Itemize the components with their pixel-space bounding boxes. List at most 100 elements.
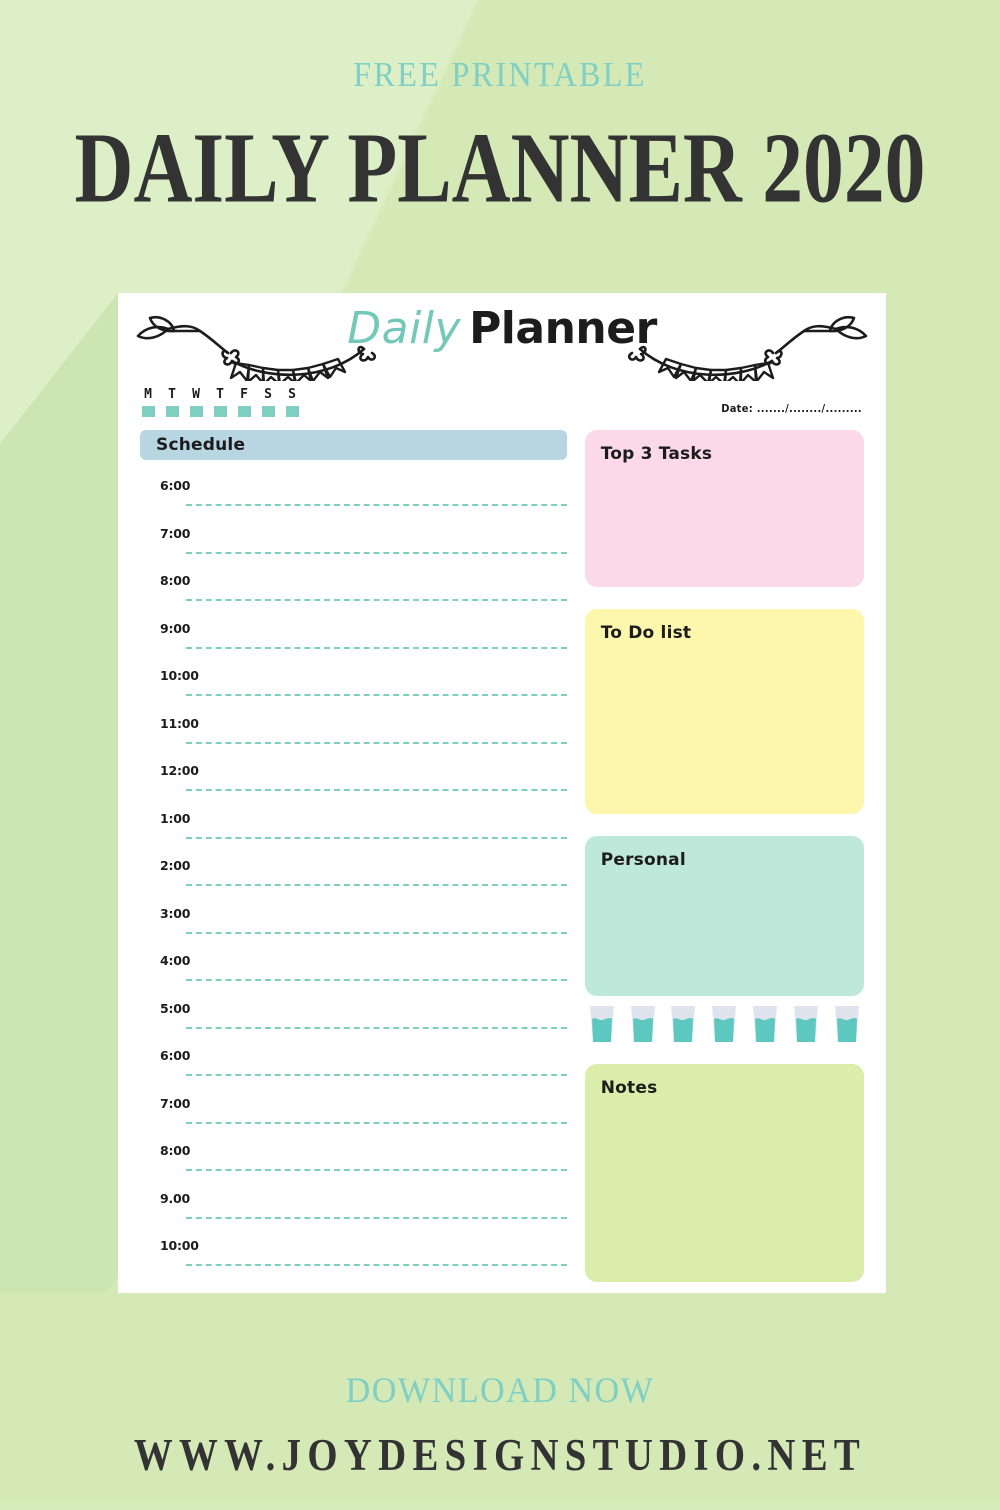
schedule-time-label: 3:00 [160, 905, 191, 921]
schedule-time-label: 9:00 [160, 620, 191, 636]
schedule-write-line[interactable] [186, 1026, 567, 1029]
schedule-row[interactable]: 8:00 [140, 1143, 567, 1191]
schedule-header-bar: Schedule [140, 430, 567, 460]
water-glass-icon[interactable] [668, 1004, 698, 1044]
schedule-write-line[interactable] [186, 1216, 567, 1219]
schedule-time-label: 2:00 [160, 858, 191, 873]
schedule-row[interactable]: 9:00 [140, 621, 567, 669]
date-field[interactable]: Date: ......./......../......... [721, 402, 862, 415]
schedule-time-label: 10:00 [160, 668, 199, 683]
water-intake-tracker[interactable] [585, 1004, 864, 1044]
schedule-write-line[interactable] [186, 884, 567, 886]
promo-eyebrow: FREE PRINTABLE [353, 55, 647, 94]
schedule-write-line[interactable] [186, 789, 567, 791]
schedule-rows: 6:00 7:00 8:00 9:00 10:00 11:00 12:00 1:… [140, 478, 567, 1286]
schedule-time-label: 11:00 [160, 715, 199, 731]
bunting-right-icon [627, 315, 868, 381]
schedule-time-label: 5:00 [160, 1000, 191, 1016]
weekday-checkbox[interactable] [213, 406, 227, 417]
schedule-row[interactable]: 10:00 [140, 668, 567, 716]
planner-header: Daily Planner [118, 293, 886, 388]
notes-panel[interactable]: Notes [584, 1064, 864, 1282]
schedule-heading: Schedule [156, 435, 246, 455]
schedule-write-line[interactable] [186, 646, 567, 649]
website-url[interactable]: WWW.JOYDESIGNSTUDIO.NET [15, 1431, 985, 1510]
schedule-time-label: 6:00 [160, 1048, 191, 1063]
weekday-saturday[interactable]: S [260, 388, 276, 417]
weekday-checkbox[interactable] [261, 406, 275, 417]
water-glass-icon[interactable] [709, 1004, 739, 1044]
weekday-checkbox[interactable] [165, 406, 179, 417]
weekday-checkbox[interactable] [285, 406, 299, 417]
personal-heading: Personal [600, 850, 686, 870]
weekday-sunday[interactable]: S [284, 388, 300, 417]
schedule-row[interactable]: 6:00 [140, 1048, 567, 1096]
schedule-write-line[interactable] [186, 694, 567, 696]
schedule-write-line[interactable] [186, 1121, 567, 1124]
notes-heading: Notes [600, 1078, 658, 1098]
weekday-selector[interactable]: M T W T F S S [140, 388, 300, 417]
schedule-row[interactable]: 9.00 [140, 1191, 567, 1239]
schedule-write-line[interactable] [186, 1264, 567, 1266]
weekday-friday[interactable]: F [236, 388, 252, 417]
weekday-tuesday[interactable]: T [164, 388, 180, 417]
water-glass-icon[interactable] [832, 1004, 862, 1044]
promo-footer: DOWNLOAD NOW WWW.JOYDESIGNSTUDIO.NET [0, 1372, 1000, 1500]
planner-body: Schedule 6:00 7:00 8:00 9:00 10:00 11:00… [118, 430, 886, 1286]
schedule-write-line[interactable] [186, 504, 567, 506]
weekday-letter: W [192, 387, 200, 402]
schedule-row[interactable]: 2:00 [140, 858, 567, 906]
water-glass-icon[interactable] [628, 1004, 658, 1044]
schedule-write-line[interactable] [186, 979, 567, 981]
weekday-letter: S [288, 387, 296, 402]
to-do-list-heading: To Do list [600, 623, 692, 643]
schedule-row[interactable]: 5:00 [140, 1001, 567, 1049]
schedule-row[interactable]: 3:00 [140, 906, 567, 954]
top-3-tasks-panel[interactable]: Top 3 Tasks [584, 430, 864, 587]
schedule-row[interactable]: 4:00 [140, 953, 567, 1001]
schedule-time-label: 4:00 [160, 953, 191, 968]
schedule-write-line[interactable] [186, 599, 567, 601]
personal-panel[interactable]: Personal [584, 836, 864, 996]
schedule-time-label: 1:00 [160, 810, 191, 826]
schedule-write-line[interactable] [186, 551, 567, 554]
water-glass-icon[interactable] [791, 1004, 821, 1044]
planner-sheet: Daily Planner M T W T F S S Date: ......… [118, 293, 886, 1293]
schedule-write-line[interactable] [186, 931, 567, 934]
to-do-list-panel[interactable]: To Do list [584, 609, 864, 814]
side-panels-column: Top 3 Tasks To Do list Personal Notes [584, 430, 864, 1286]
weekday-and-date-row: M T W T F S S Date: ......./......../...… [118, 388, 886, 430]
schedule-write-line[interactable] [186, 1169, 567, 1171]
schedule-row[interactable]: 6:00 [140, 478, 567, 526]
schedule-write-line[interactable] [186, 1074, 567, 1076]
weekday-thursday[interactable]: T [212, 388, 228, 417]
schedule-row[interactable]: 7:00 [140, 526, 567, 574]
weekday-checkbox[interactable] [189, 406, 203, 417]
weekday-letter: S [264, 387, 272, 402]
weekday-letter: M [144, 387, 152, 402]
schedule-time-label: 7:00 [160, 1095, 191, 1111]
water-glass-icon[interactable] [750, 1004, 780, 1044]
schedule-row[interactable]: 7:00 [140, 1096, 567, 1144]
schedule-column: Schedule 6:00 7:00 8:00 9:00 10:00 11:00… [140, 430, 567, 1286]
weekday-checkbox[interactable] [141, 406, 155, 417]
top-3-tasks-heading: Top 3 Tasks [600, 444, 713, 464]
schedule-time-label: 10:00 [160, 1238, 199, 1253]
water-glass-icon[interactable] [587, 1004, 617, 1044]
weekday-monday[interactable]: M [140, 388, 156, 417]
schedule-row[interactable]: 1:00 [140, 811, 567, 859]
schedule-write-line[interactable] [186, 836, 567, 839]
weekday-wednesday[interactable]: W [188, 388, 204, 417]
schedule-time-label: 9.00 [160, 1190, 191, 1206]
schedule-row[interactable]: 11:00 [140, 716, 567, 764]
weekday-letter: T [216, 387, 224, 402]
promo-title: DAILY PLANNER 2020 [74, 113, 926, 225]
schedule-row[interactable]: 12:00 [140, 763, 567, 811]
schedule-time-label: 8:00 [160, 1143, 191, 1158]
weekday-letter: F [240, 387, 248, 402]
weekday-checkbox[interactable] [237, 406, 251, 417]
schedule-row[interactable]: 10:00 [140, 1238, 567, 1286]
schedule-row[interactable]: 8:00 [140, 573, 567, 621]
download-now-cta[interactable]: DOWNLOAD NOW [25, 1372, 975, 1408]
schedule-write-line[interactable] [186, 741, 567, 744]
